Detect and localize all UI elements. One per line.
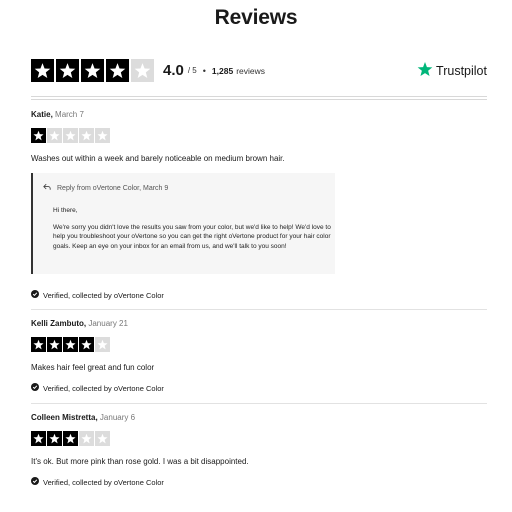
star-filled-icon <box>47 337 62 352</box>
verified-text: Verified, collected by oVertone Color <box>43 383 164 393</box>
star-filled-icon <box>63 337 78 352</box>
star-filled-icon <box>31 337 46 352</box>
reply-message: We're sorry you didn't love the results … <box>53 224 331 250</box>
header-divider <box>31 96 487 100</box>
average-score: 4.0 <box>163 62 184 79</box>
verified-text: Verified, collected by oVertone Color <box>43 477 164 487</box>
review-text: It's ok. But more pink than rose gold. I… <box>31 457 249 466</box>
score-max: / 5 <box>187 66 197 75</box>
review-count[interactable]: 1,285 <box>212 66 233 76</box>
star-empty-icon <box>95 128 110 143</box>
review-text: Makes hair feel great and fun color <box>31 363 155 372</box>
reviewer-name: Colleen Mistretta, <box>31 413 98 422</box>
verified-check-icon <box>31 477 39 487</box>
star-filled-icon <box>31 128 46 143</box>
separator-dot: • <box>202 65 206 76</box>
review-date: January 21 <box>88 319 128 328</box>
review-item: Kelli Zambuto, January 21 Makes hair fee… <box>31 319 487 372</box>
review-date: January 6 <box>99 413 136 422</box>
review-stars <box>31 431 487 446</box>
verified-check-icon <box>31 383 39 393</box>
star-filled-icon <box>81 59 104 82</box>
reply-header-text: Reply from oVertone Color, March 9 <box>57 184 169 192</box>
star-filled-icon <box>31 431 46 446</box>
star-filled-icon <box>106 59 129 82</box>
star-filled-icon <box>79 337 94 352</box>
star-empty-icon <box>131 59 154 82</box>
verified-text: Verified, collected by oVertone Color <box>43 290 164 300</box>
summary-stars <box>31 59 154 82</box>
reviewer-line: Colleen Mistretta, January 6 <box>31 413 487 422</box>
star-empty-icon <box>79 128 94 143</box>
reviewer-name: Katie, <box>31 110 53 119</box>
star-empty-icon <box>95 431 110 446</box>
review-item: Katie, March 7 Washes out within a week … <box>31 110 487 163</box>
verified-badge: Verified, collected by oVertone Color <box>31 383 164 393</box>
star-empty-icon <box>63 128 78 143</box>
star-empty-icon <box>95 337 110 352</box>
review-count-label[interactable]: reviews <box>236 66 265 76</box>
star-empty-icon <box>79 431 94 446</box>
trustpilot-logo[interactable]: Trustpilot <box>417 61 487 80</box>
star-empty-icon <box>47 128 62 143</box>
verified-check-icon <box>31 290 39 300</box>
star-filled-icon <box>56 59 79 82</box>
reviewer-line: Katie, March 7 <box>31 110 487 119</box>
star-filled-icon <box>47 431 62 446</box>
review-stars <box>31 337 487 352</box>
reply-greeting: Hi there, <box>53 207 78 214</box>
reviewer-name: Kelli Zambuto, <box>31 319 87 328</box>
trustpilot-star-icon <box>417 61 433 80</box>
trustpilot-wordmark: Trustpilot <box>436 63 487 78</box>
verified-badge: Verified, collected by oVertone Color <box>31 290 164 300</box>
review-stars <box>31 128 487 143</box>
review-divider <box>31 403 487 404</box>
star-filled-icon <box>31 59 54 82</box>
rating-summary: 4.0 / 5 • 1,285 reviews Trustpilot <box>31 58 487 83</box>
page-title: Reviews <box>214 6 298 29</box>
review-text: Washes out within a week and barely noti… <box>31 154 285 163</box>
review-date: March 7 <box>55 110 84 119</box>
reply-header: Reply from oVertone Color, March 9 <box>43 183 325 193</box>
reviewer-line: Kelli Zambuto, January 21 <box>31 319 487 328</box>
review-item: Colleen Mistretta, January 6 It's ok. Bu… <box>31 413 487 466</box>
star-filled-icon <box>63 431 78 446</box>
review-divider <box>31 309 487 310</box>
verified-badge: Verified, collected by oVertone Color <box>31 477 164 487</box>
company-reply: Reply from oVertone Color, March 9 Hi th… <box>31 173 335 274</box>
reply-arrow-icon <box>43 183 51 193</box>
